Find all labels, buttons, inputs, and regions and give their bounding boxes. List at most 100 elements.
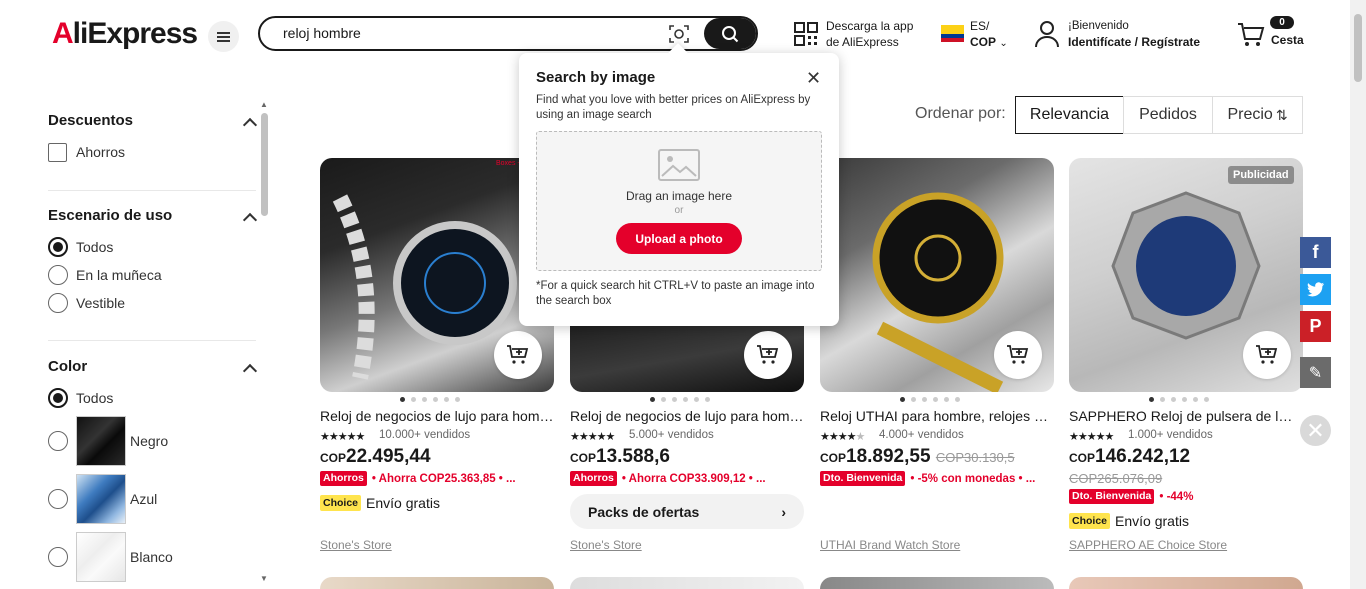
product-title[interactable]: Reloj de negocios de lujo para hombre... (570, 408, 804, 424)
currency: COP (320, 451, 347, 465)
overlay-text: Boxes + (496, 160, 522, 167)
add-to-cart-button[interactable] (1243, 331, 1291, 379)
store-link[interactable]: Stone's Store (320, 538, 392, 552)
store-link[interactable]: UTHAI Brand Watch Store (820, 538, 960, 552)
add-to-cart-button[interactable] (744, 331, 792, 379)
aliexpress-logo[interactable]: AliExpress (52, 17, 198, 51)
radio-color-todos[interactable] (48, 388, 68, 408)
price-value: 146.242,12 (1095, 446, 1191, 467)
welcome-text: ¡Bienvenido (1068, 20, 1129, 32)
image-search-icon[interactable] (668, 24, 690, 44)
image-carousel-dots[interactable] (650, 397, 710, 402)
scroll-down-arrow-icon[interactable]: ▼ (260, 574, 268, 583)
store-link[interactable]: SAPPHERO AE Choice Store (1069, 538, 1227, 552)
checkbox-ahorros[interactable] (48, 143, 67, 162)
option-todos[interactable]: Todos (76, 239, 113, 255)
search-button[interactable] (704, 18, 756, 49)
facebook-share-button[interactable]: f (1300, 237, 1331, 268)
swatch-azul[interactable] (76, 474, 126, 524)
packs-de-ofertas-button[interactable]: Packs de ofertas › (570, 494, 804, 529)
promo-row: Ahorros • Ahorra COP25.363,85 • ... (320, 471, 516, 486)
ad-badge: Publicidad (1228, 166, 1294, 184)
radio-color-azul[interactable] (48, 489, 68, 509)
divider (48, 340, 256, 341)
sort-relevancia[interactable]: Relevancia (1015, 96, 1124, 134)
option-color-azul[interactable]: Azul (130, 491, 157, 507)
close-social-button[interactable]: ✕ (1300, 415, 1331, 446)
product-image-next[interactable] (570, 577, 804, 589)
language-currency-selector[interactable]: ES/COP ⌄ (970, 18, 1008, 52)
original-price: COP30.130,5 (935, 450, 1015, 465)
divider (48, 190, 256, 191)
promo-text: • Ahorra COP25.363,85 • ... (371, 472, 516, 485)
swatch-blanco[interactable] (76, 532, 126, 582)
image-carousel-dots[interactable] (1149, 397, 1209, 402)
account-link[interactable]: ¡Bienvenido Identifícate / Regístrate (1068, 18, 1200, 51)
chevron-up-icon[interactable] (242, 363, 258, 379)
image-carousel-dots[interactable] (400, 397, 460, 402)
sold-count: 4.000+ vendidos (879, 429, 964, 441)
scroll-up-arrow-icon[interactable]: ▲ (260, 100, 268, 109)
radio-en-la-muneca[interactable] (48, 265, 68, 285)
option-color-todos[interactable]: Todos (76, 390, 113, 406)
option-ahorros[interactable]: Ahorros (76, 144, 125, 160)
rating-stars-icon: ★★★★★ (1069, 431, 1114, 443)
page-scrollbar[interactable] (1350, 0, 1366, 589)
price-value: 13.588,6 (596, 446, 670, 467)
cart-icon[interactable] (1236, 20, 1266, 48)
rating-stars-icon: ★★★★★ (820, 431, 865, 443)
shipping-text: Envío gratis (366, 495, 440, 511)
product-image-next[interactable] (1069, 577, 1303, 589)
shipping-text: Envío gratis (1115, 513, 1189, 529)
product-price: COP13.588,6 (570, 446, 670, 468)
sort-precio[interactable]: Precio ⇅ (1212, 96, 1303, 134)
radio-escenario-todos[interactable] (48, 237, 68, 257)
radio-vestible[interactable] (48, 293, 68, 313)
swatch-negro[interactable] (76, 416, 126, 466)
option-en-la-muneca[interactable]: En la muñeca (76, 267, 162, 283)
store-link[interactable]: Stone's Store (570, 538, 642, 552)
radio-color-negro[interactable] (48, 431, 68, 451)
signin-register-link[interactable]: Identifícate / Regístrate (1068, 35, 1200, 49)
product-title[interactable]: Reloj UTHAI para hombre, relojes de... (820, 408, 1054, 424)
promo-tag: Ahorros (320, 471, 367, 486)
user-icon[interactable] (1034, 20, 1060, 48)
menu-button[interactable] (208, 21, 239, 52)
product-image-next[interactable] (820, 577, 1054, 589)
add-cart-icon (757, 345, 779, 364)
product-image-next[interactable] (320, 577, 554, 589)
option-color-negro[interactable]: Negro (130, 433, 168, 449)
sort-arrows-icon: ⇅ (1275, 106, 1288, 123)
lang-line1: ES/ (970, 19, 990, 33)
radio-color-blanco[interactable] (48, 547, 68, 567)
add-to-cart-button[interactable] (494, 331, 542, 379)
download-app-link[interactable]: Descarga la app de AliExpress (826, 18, 913, 50)
filter-escenario-title[interactable]: Escenario de uso (48, 207, 172, 224)
option-color-blanco[interactable]: Blanco (130, 549, 173, 565)
search-input[interactable]: reloj hombre (283, 25, 361, 41)
image-carousel-dots[interactable] (900, 397, 960, 402)
product-title[interactable]: SAPPHERO Reloj de pulsera de lujo... (1069, 408, 1299, 424)
currency: COP (820, 451, 847, 465)
shipping-row: Choice Envío gratis (320, 495, 440, 511)
add-to-cart-button[interactable] (994, 331, 1042, 379)
option-vestible[interactable]: Vestible (76, 295, 125, 311)
qr-code-icon[interactable] (793, 21, 819, 47)
sidebar-scrollbar-thumb[interactable] (261, 113, 268, 216)
or-text: or (674, 205, 684, 216)
filter-color-title[interactable]: Color (48, 358, 87, 375)
cart-label[interactable]: Cesta (1271, 33, 1304, 47)
popup-close-button[interactable]: ✕ (806, 68, 821, 89)
upload-photo-button[interactable]: Upload a photo (616, 223, 742, 254)
edit-button[interactable]: ✎ (1300, 357, 1331, 388)
choice-badge: Choice (320, 495, 362, 511)
chevron-up-icon[interactable] (242, 212, 258, 228)
filter-descuentos-title[interactable]: Descuentos (48, 112, 133, 129)
page-scrollbar-thumb[interactable] (1354, 14, 1362, 82)
pinterest-share-button[interactable]: P (1300, 311, 1331, 342)
chevron-up-icon[interactable] (242, 117, 258, 133)
product-title[interactable]: Reloj de negocios de lujo para hombre... (320, 408, 554, 424)
sold-count: 5.000+ vendidos (629, 429, 714, 441)
twitter-share-button[interactable] (1300, 274, 1331, 305)
sort-pedidos[interactable]: Pedidos (1123, 96, 1213, 134)
